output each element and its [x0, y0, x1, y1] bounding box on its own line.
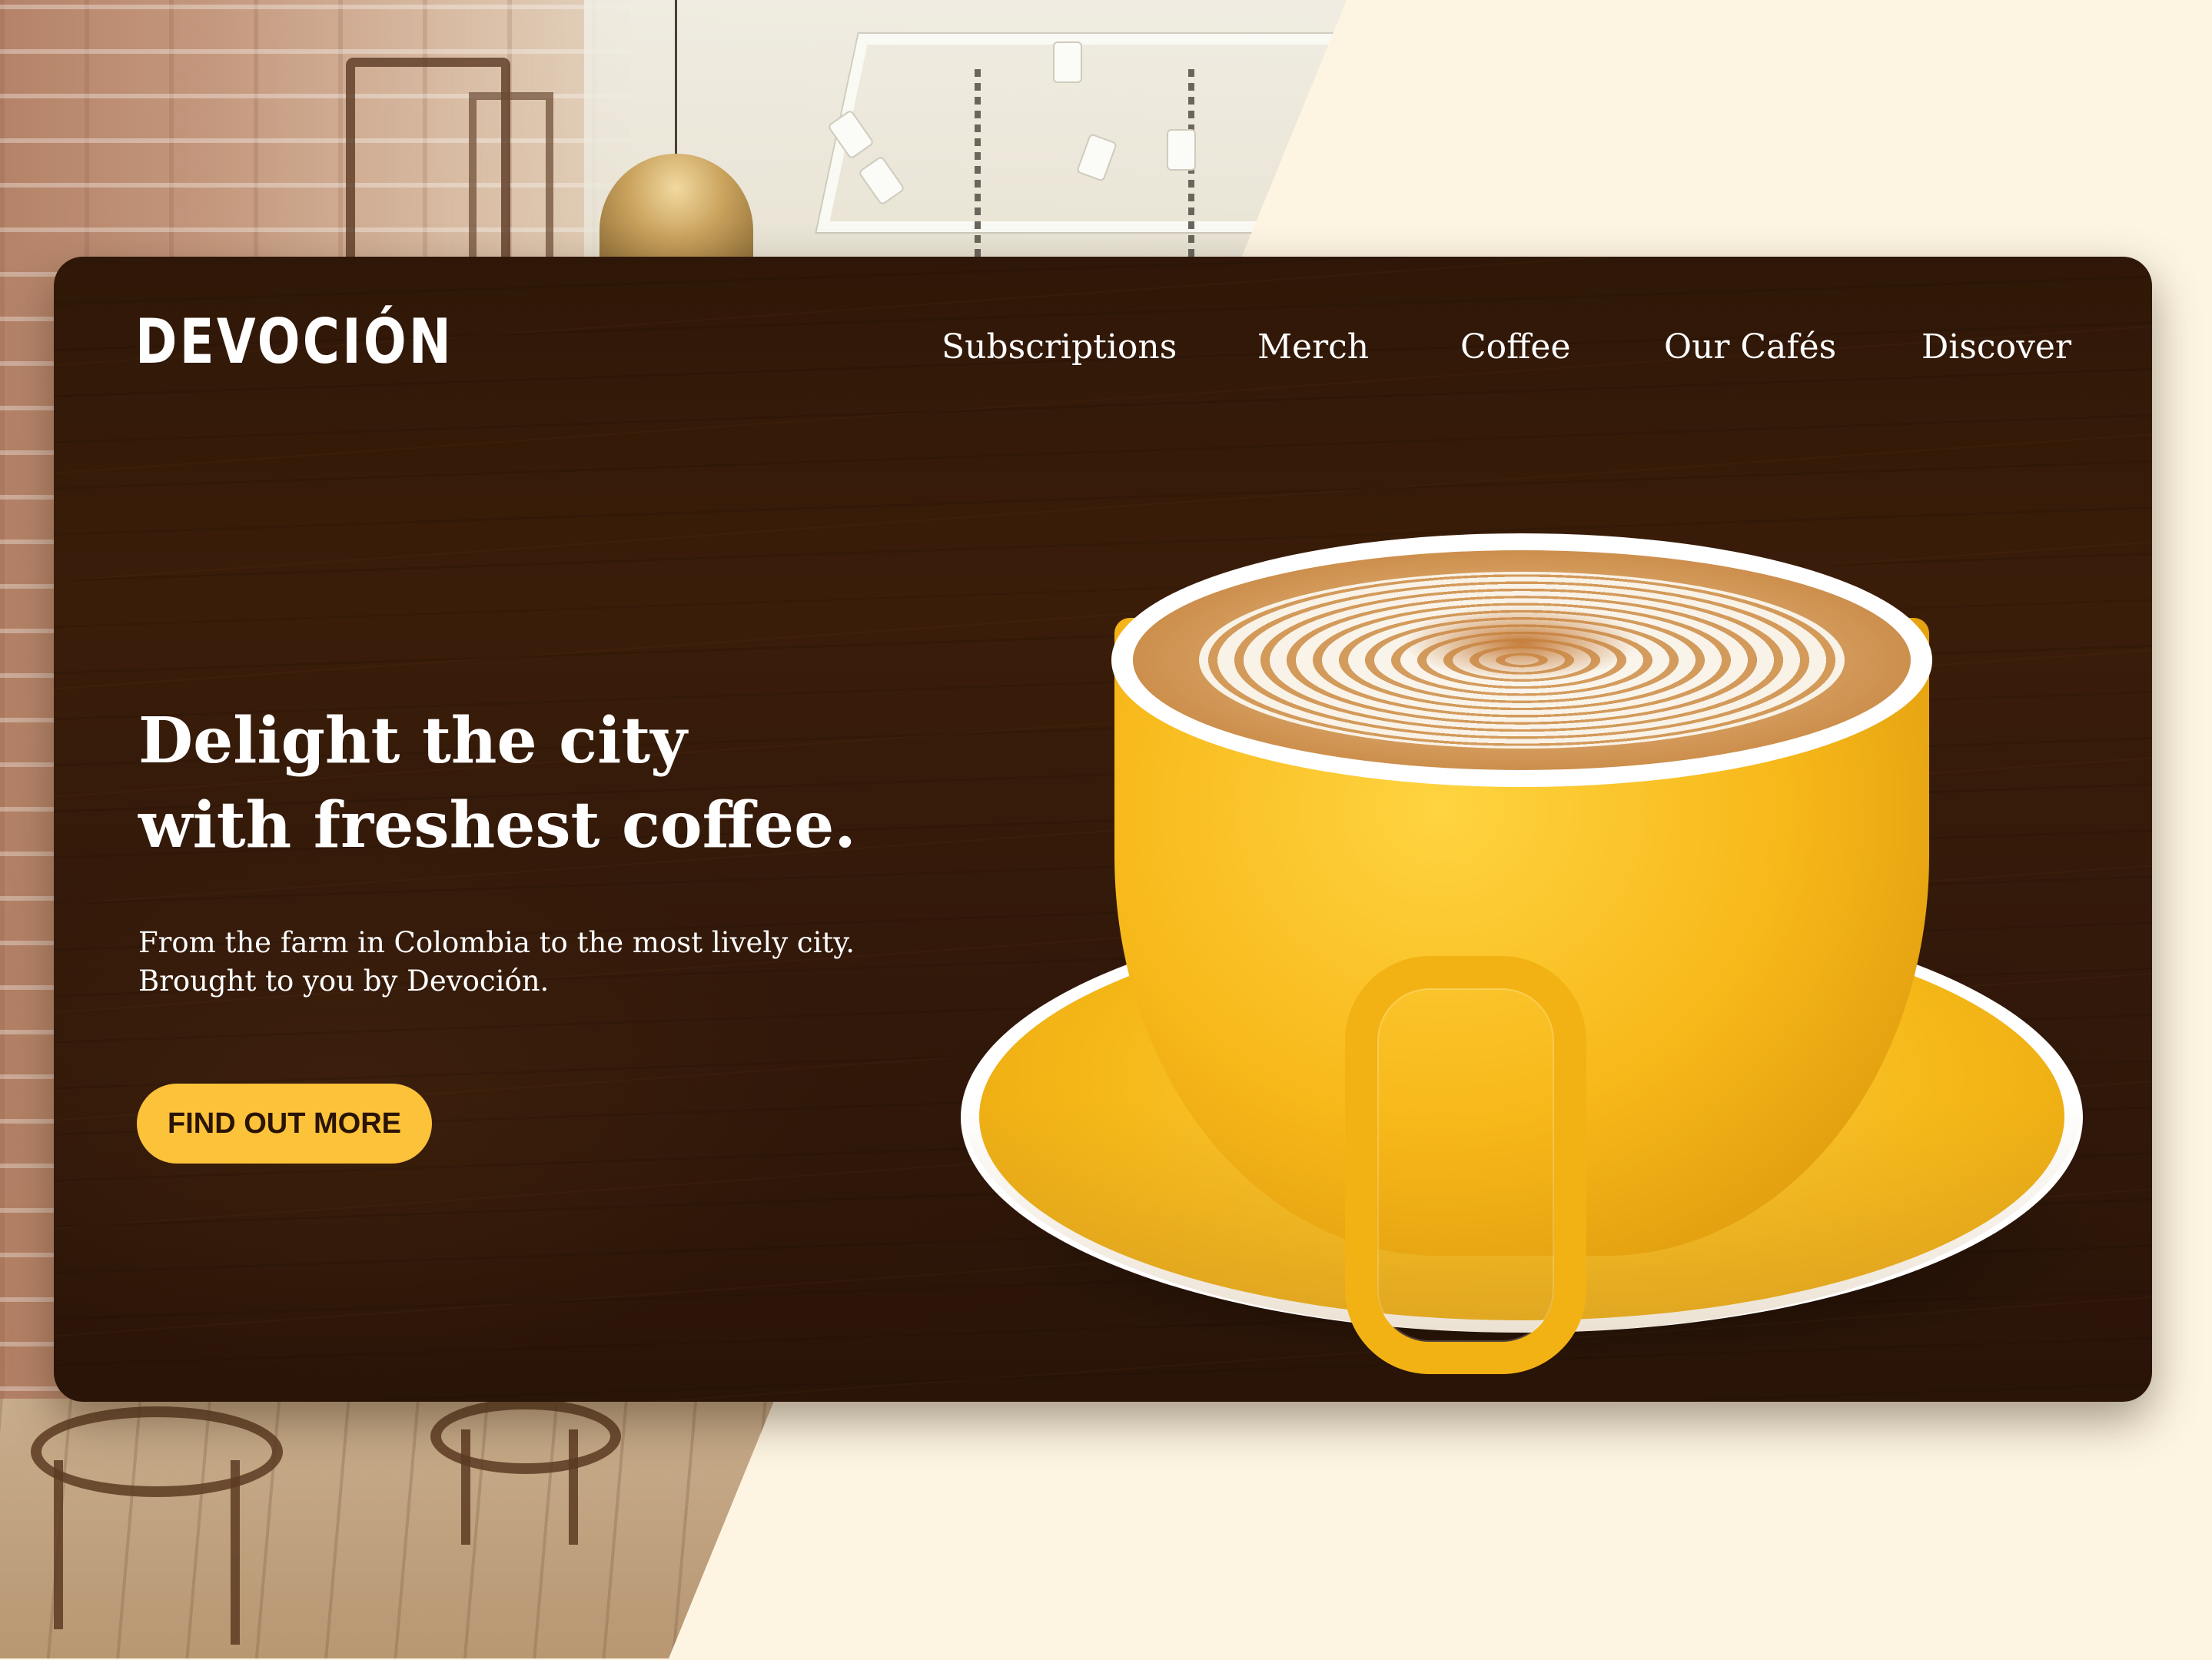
nav-item-subscriptions[interactable]: Subscriptions [942, 327, 1177, 367]
nav-item-discover[interactable]: Discover [1921, 327, 2071, 367]
cafe-chair [430, 1399, 621, 1474]
nav-item-merch[interactable]: Merch [1257, 327, 1369, 367]
cafe-chair [31, 1406, 283, 1497]
spotlight [1168, 131, 1194, 169]
find-out-more-button[interactable]: FIND OUT MORE [137, 1084, 432, 1164]
nav-item-our-cafes[interactable]: Our Cafés [1664, 327, 1836, 367]
main-navigation: Subscriptions Merch Coffee Our Cafés Dis… [54, 327, 2152, 374]
coffee-cup-image [899, 503, 2144, 1402]
hero-subtext: From the farm in Colombia to the most li… [138, 924, 855, 1001]
chair-leg [461, 1429, 470, 1545]
chair-leg [231, 1460, 240, 1645]
hero-headline-line1: Delight the city [138, 704, 687, 778]
latte-art [1199, 572, 1845, 749]
nav-item-coffee[interactable]: Coffee [1460, 327, 1571, 367]
cup-handle [1345, 956, 1586, 1374]
ceiling-light-rail [816, 34, 1347, 232]
spotlight [1055, 43, 1081, 81]
chair-leg [54, 1460, 63, 1629]
pendant-lamp-cord [675, 0, 677, 161]
hero-card: DEVOCIÓN Subscriptions Merch Coffee Our … [54, 257, 2152, 1402]
hero-subtext-line2: Brought to you by Devoción. [138, 964, 550, 998]
hanging-chain [975, 69, 981, 261]
hero-subtext-line1: From the farm in Colombia to the most li… [138, 926, 855, 959]
wall-shelf-small [469, 92, 553, 277]
hero-headline-line2: with freshest coffee. [138, 788, 856, 862]
hero-headline: Delight the city with freshest coffee. [138, 699, 856, 868]
chair-leg [569, 1429, 578, 1545]
